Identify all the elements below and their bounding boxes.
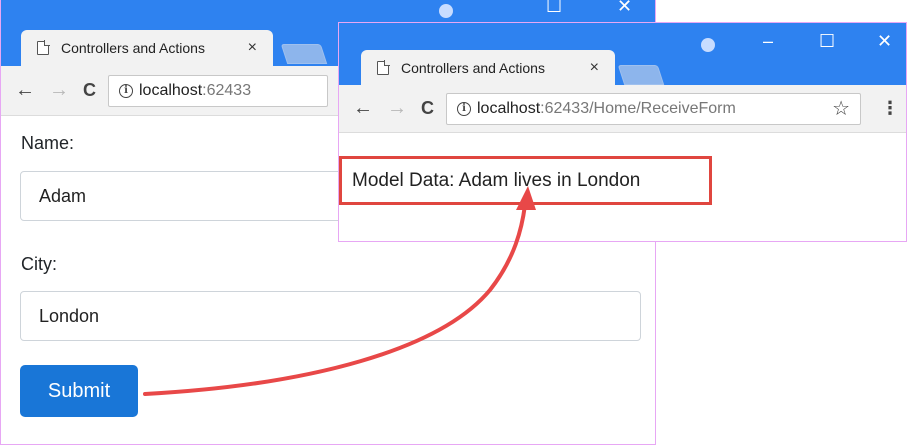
back-icon[interactable]: ← bbox=[15, 79, 35, 102]
maximize-icon[interactable]: ☐ bbox=[546, 0, 562, 17]
tab-title: Controllers and Actions bbox=[61, 40, 205, 56]
browser-tab[interactable]: Controllers and Actions × bbox=[361, 50, 615, 85]
address-bar[interactable]: i localhost:62433/Home/ReceiveForm ☆ bbox=[446, 92, 861, 125]
menu-icon[interactable]: ⋮ bbox=[881, 98, 899, 119]
back-icon[interactable]: ← bbox=[353, 97, 373, 120]
navigation-toolbar: ← → C i localhost:62433/Home/ReceiveForm… bbox=[339, 85, 906, 133]
result-browser-window: Controllers and Actions × – ☐ ✕ ← → C i … bbox=[338, 22, 907, 242]
page-icon bbox=[377, 59, 390, 75]
model-data-text: Model Data: Adam lives in London bbox=[339, 156, 712, 205]
tab-close-icon[interactable]: × bbox=[590, 59, 599, 77]
address-bar[interactable]: i localhost:62433 bbox=[108, 74, 328, 107]
minimize-icon[interactable]: – bbox=[763, 31, 773, 52]
submit-button[interactable]: Submit bbox=[20, 365, 138, 417]
reload-icon[interactable]: C bbox=[421, 98, 434, 119]
maximize-icon[interactable]: ☐ bbox=[819, 31, 835, 52]
close-window-icon[interactable]: ✕ bbox=[877, 31, 892, 52]
reload-icon[interactable]: C bbox=[83, 80, 96, 101]
new-tab-button[interactable] bbox=[280, 44, 328, 64]
city-input[interactable]: London bbox=[20, 291, 641, 341]
info-icon[interactable]: i bbox=[457, 101, 471, 116]
forward-icon[interactable]: → bbox=[49, 79, 69, 102]
forward-icon[interactable]: → bbox=[387, 97, 407, 120]
title-bar: Controllers and Actions × – ☐ ✕ bbox=[339, 23, 906, 85]
url-path: :62433/Home/ReceiveForm bbox=[540, 99, 736, 117]
name-label: Name: bbox=[21, 133, 75, 153]
tab-close-icon[interactable]: × bbox=[248, 39, 257, 57]
new-tab-button[interactable] bbox=[617, 65, 665, 85]
url-host: localhost bbox=[477, 99, 541, 117]
result-page-content: Model Data: Adam lives in London bbox=[339, 133, 906, 241]
city-label: City: bbox=[21, 254, 57, 274]
bookmark-star-icon[interactable]: ☆ bbox=[832, 96, 850, 121]
close-window-icon[interactable]: ✕ bbox=[617, 0, 632, 17]
profile-icon[interactable] bbox=[701, 38, 715, 52]
info-icon[interactable]: i bbox=[119, 83, 133, 98]
tab-title: Controllers and Actions bbox=[401, 59, 545, 76]
profile-icon[interactable] bbox=[439, 4, 453, 18]
browser-tab[interactable]: Controllers and Actions × bbox=[21, 30, 273, 66]
url-path: :62433 bbox=[202, 81, 252, 99]
url-host: localhost bbox=[139, 81, 203, 99]
page-icon bbox=[37, 40, 50, 55]
